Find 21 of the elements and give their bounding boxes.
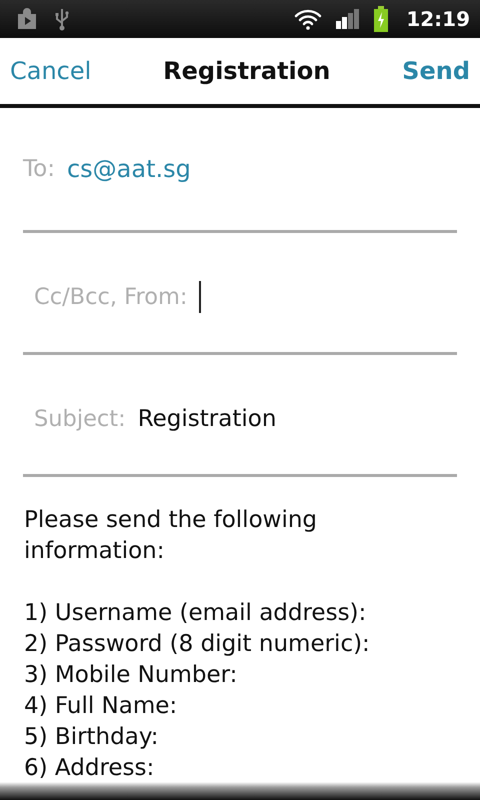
field-label: Cc/Bcc, From: [34, 284, 188, 310]
screen-title: Registration [163, 57, 330, 85]
body-line: 2) Password (8 digit numeric): [24, 630, 371, 659]
recipient-address[interactable]: cs@aat.sg [66, 155, 191, 183]
usb-icon [54, 7, 70, 31]
signal-icon [336, 9, 360, 29]
shopping-bag-icon [16, 8, 38, 30]
battery-charging-icon [374, 6, 388, 32]
status-time: 12:19 [406, 7, 470, 31]
field-label: Subject: [34, 406, 126, 432]
body-text: Please send the following information: [24, 506, 318, 566]
wifi-icon [294, 8, 322, 30]
body-line: 3) Mobile Number: [24, 661, 238, 690]
send-button[interactable]: Send [402, 57, 470, 85]
field-value[interactable]: Registration [138, 406, 276, 432]
body-line: 4) Full Name: [24, 692, 178, 721]
body-line: 1) Username (email address): [24, 599, 368, 628]
field-label: To: [23, 156, 55, 182]
body-line: 5) Birthday: [24, 723, 160, 752]
body-line: 6) Address: [24, 754, 156, 783]
cancel-button[interactable]: Cancel [10, 57, 92, 85]
